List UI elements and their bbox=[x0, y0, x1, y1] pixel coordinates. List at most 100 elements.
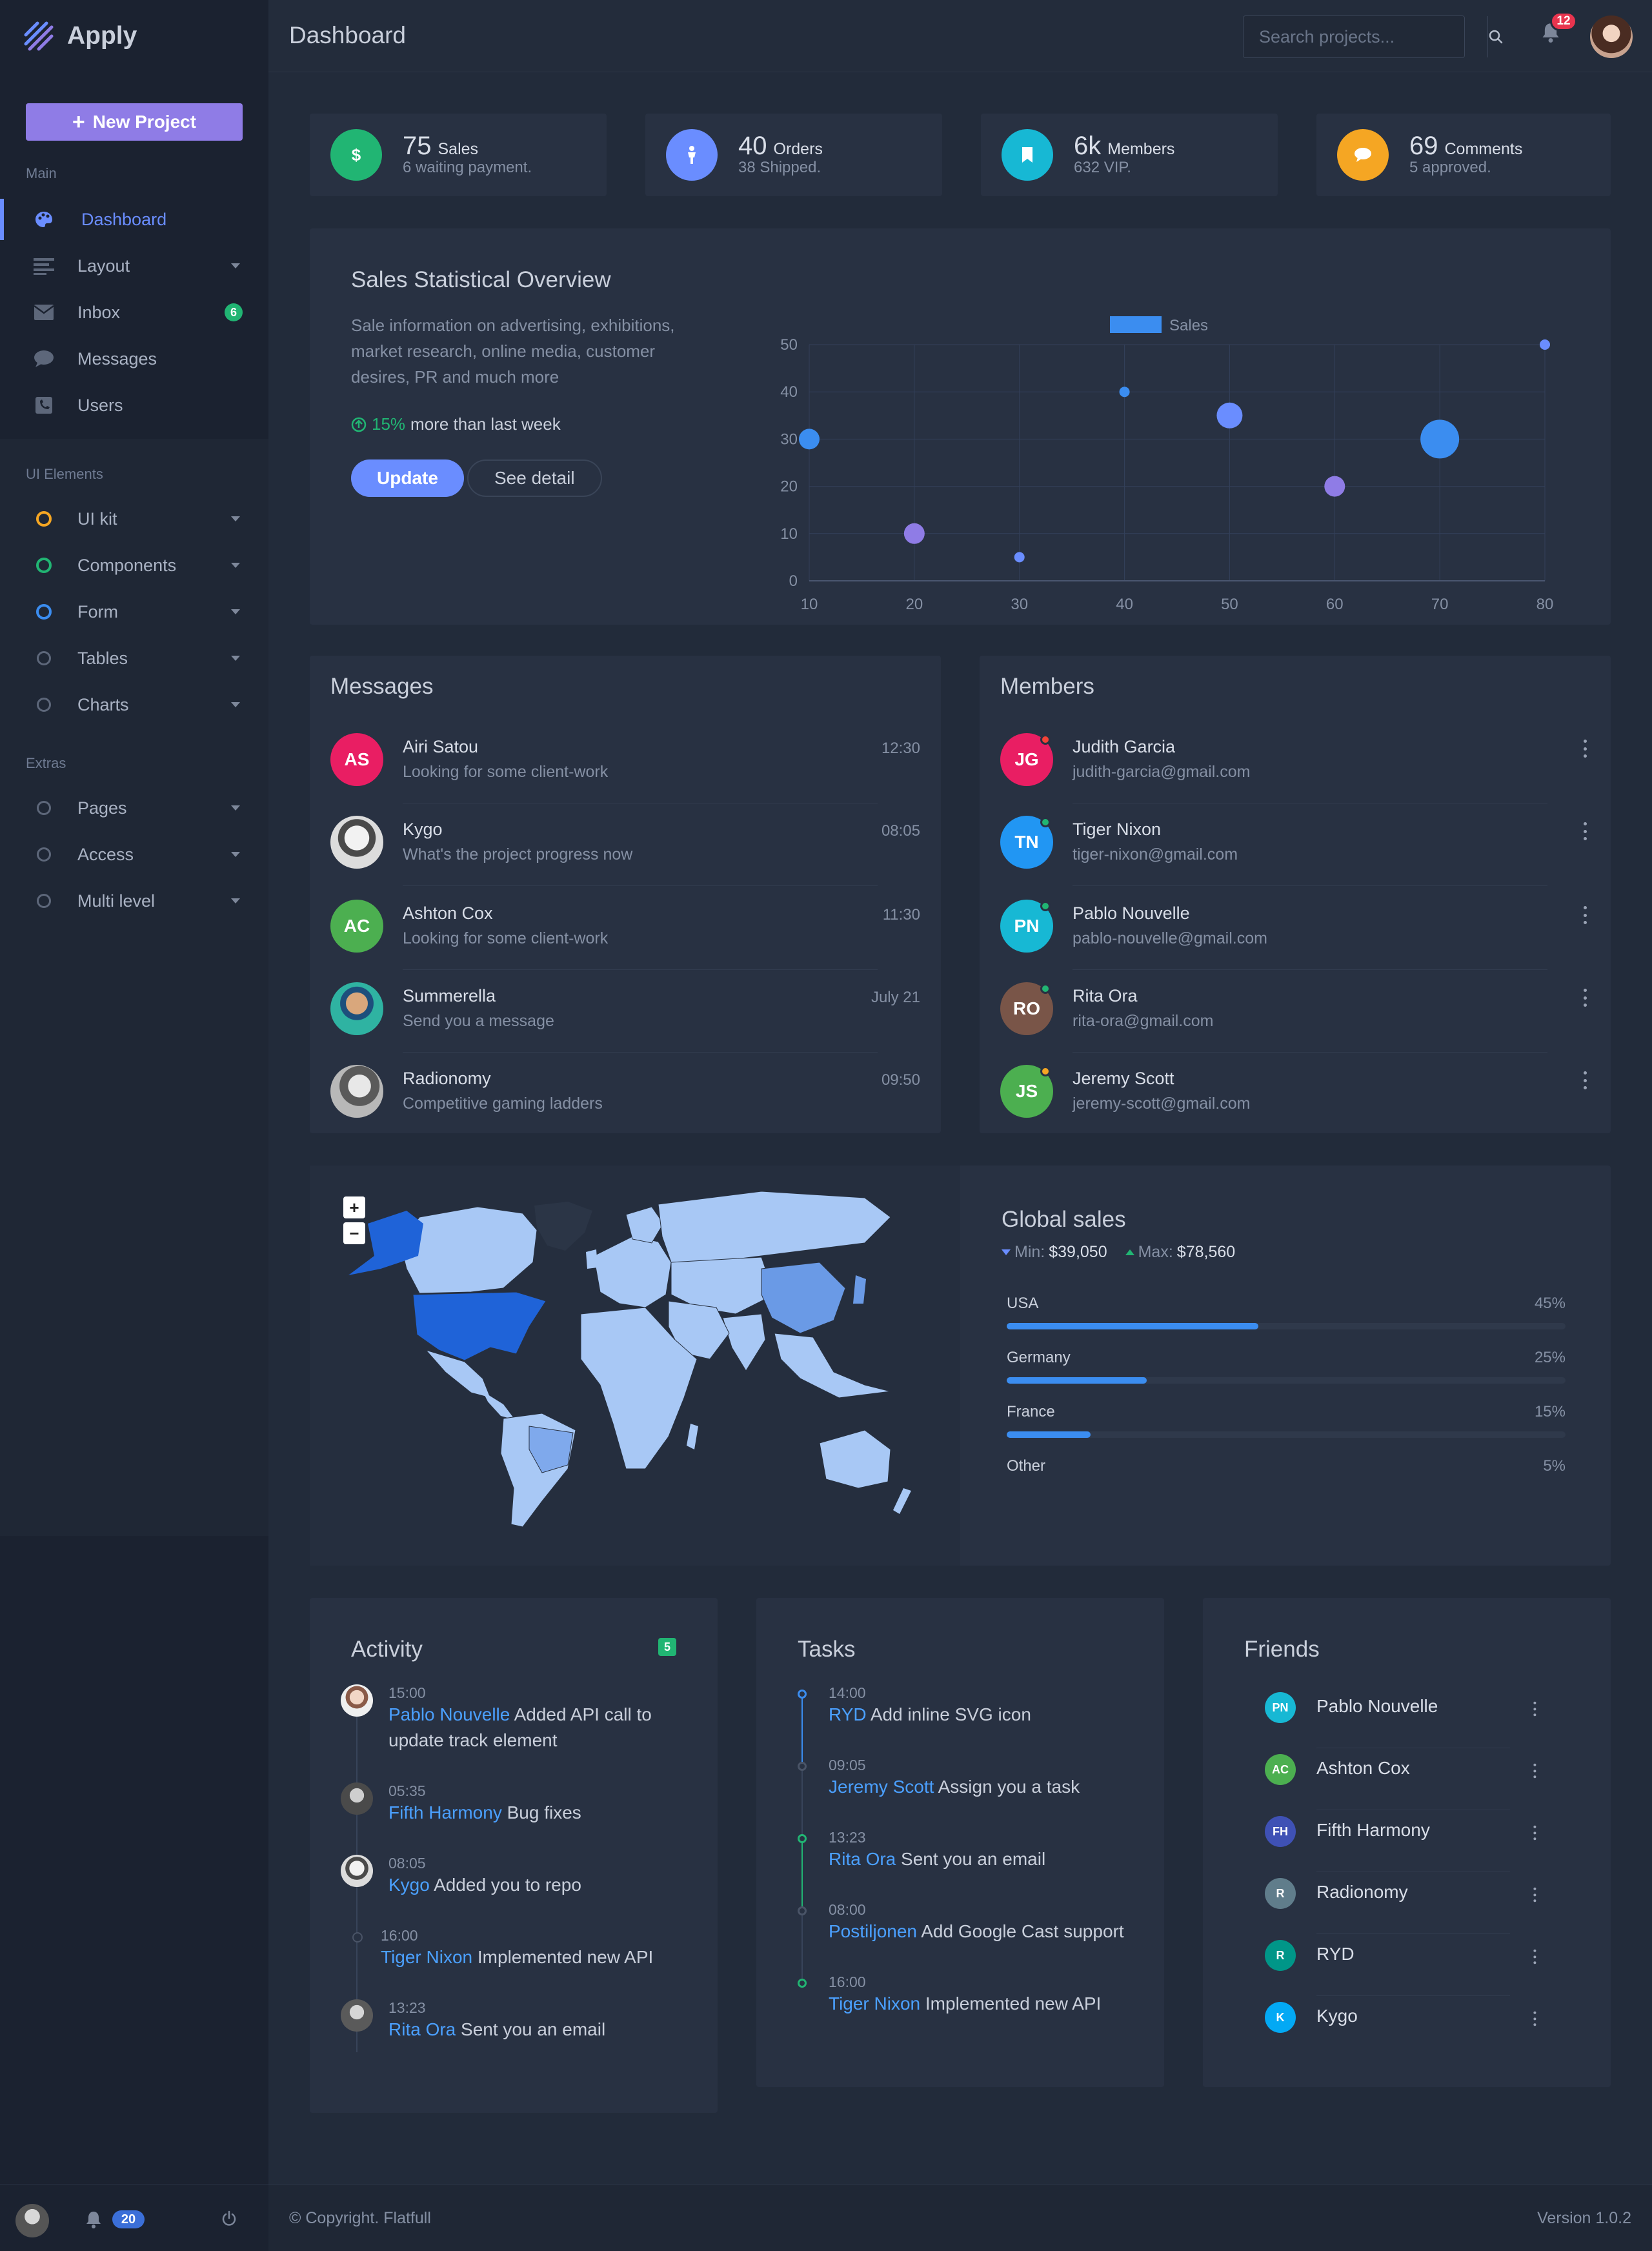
more-vert-icon[interactable] bbox=[1529, 1825, 1540, 1841]
activity-user-link[interactable]: Fifth Harmony bbox=[388, 1802, 502, 1822]
member-item[interactable]: TN Tiger Nixon tiger-nixon@gmail.com bbox=[1000, 816, 1590, 898]
chart-y-tick-label: 10 bbox=[780, 525, 798, 543]
more-vert-icon[interactable] bbox=[1529, 1949, 1540, 1964]
message-preview: Looking for some client-work bbox=[403, 763, 609, 781]
stat-card-orders[interactable]: 40 Orders 38 Shipped. bbox=[645, 114, 942, 196]
map-china[interactable] bbox=[761, 1262, 846, 1334]
sidebar-item-tables[interactable]: Tables bbox=[0, 638, 268, 679]
message-item[interactable]: Kygo What's the project progress now 08:… bbox=[330, 816, 920, 898]
activity-user-link[interactable]: Rita Ora bbox=[388, 2019, 456, 2039]
power-icon[interactable] bbox=[221, 2210, 237, 2230]
activity-user-link[interactable]: Tiger Nixon bbox=[381, 1947, 472, 1967]
stat-card-comments[interactable]: 69 Comments 5 approved. bbox=[1316, 114, 1611, 196]
map-australia[interactable] bbox=[819, 1429, 891, 1489]
sidebar-item-access[interactable]: Access bbox=[0, 834, 268, 875]
message-sender: Summerella bbox=[403, 986, 496, 1005]
brand[interactable]: Apply bbox=[23, 18, 137, 54]
message-item[interactable]: Radionomy Competitive gaming ladders 09:… bbox=[330, 1065, 920, 1147]
task-user-link[interactable]: Rita Ora bbox=[829, 1849, 896, 1869]
overview-title: Sales Statistical Overview bbox=[351, 267, 611, 292]
activity-count-badge: 5 bbox=[658, 1638, 676, 1656]
activity-user-link[interactable]: Pablo Nouvelle bbox=[388, 1704, 510, 1724]
map-canada[interactable] bbox=[399, 1206, 538, 1294]
circle-icon bbox=[34, 601, 54, 622]
sidebar-item-users[interactable]: Users bbox=[0, 385, 268, 426]
sidebar-item-pages[interactable]: Pages bbox=[0, 787, 268, 829]
message-item[interactable]: Summerella Send you a message July 21 bbox=[330, 982, 920, 1065]
sidebar-item-ui-kit[interactable]: UI kit bbox=[0, 498, 268, 540]
sidebar-item-form[interactable]: Form bbox=[0, 591, 268, 632]
map-uk[interactable] bbox=[586, 1249, 598, 1269]
member-item[interactable]: JS Jeremy Scott jeremy-scott@gmail.com bbox=[1000, 1065, 1590, 1147]
map-zoom-in-button[interactable]: + bbox=[343, 1196, 365, 1218]
avatar: PN bbox=[1265, 1692, 1296, 1723]
map-india[interactable] bbox=[722, 1313, 766, 1371]
map-usa[interactable] bbox=[412, 1291, 547, 1361]
map-europe[interactable] bbox=[593, 1236, 672, 1308]
activity-user-link[interactable]: Kygo bbox=[388, 1875, 430, 1895]
world-map[interactable] bbox=[310, 1166, 960, 1566]
search-input[interactable] bbox=[1244, 16, 1487, 57]
map-russia[interactable] bbox=[658, 1191, 891, 1263]
more-vert-icon[interactable] bbox=[1529, 1701, 1540, 1717]
sidebar-item-dashboard[interactable]: Dashboard bbox=[0, 199, 268, 240]
more-vert-icon[interactable] bbox=[1578, 822, 1591, 840]
global-sales-title: Global sales bbox=[1002, 1207, 1126, 1232]
chevron-down-icon bbox=[231, 805, 240, 811]
member-item[interactable]: RO Rita Ora rita-ora@gmail.com bbox=[1000, 982, 1590, 1065]
inbox-count-badge: 6 bbox=[225, 303, 243, 321]
max-value: $78,560 bbox=[1176, 1243, 1236, 1261]
more-vert-icon[interactable] bbox=[1578, 906, 1591, 924]
sidebar-item-inbox[interactable]: Inbox 6 bbox=[0, 292, 268, 333]
message-item[interactable]: AS Airi Satou Looking for some client-wo… bbox=[330, 733, 920, 816]
search-button[interactable] bbox=[1487, 16, 1504, 57]
more-vert-icon[interactable] bbox=[1578, 1071, 1591, 1089]
map-zoom-out-button[interactable]: − bbox=[343, 1222, 365, 1244]
bookmark-icon bbox=[1002, 129, 1053, 181]
friend-item[interactable]: AC Ashton Cox bbox=[1265, 1749, 1600, 1811]
stat-sub: 6 waiting payment. bbox=[403, 159, 532, 176]
more-vert-icon[interactable] bbox=[1578, 740, 1591, 758]
friend-item[interactable]: R RYD bbox=[1265, 1935, 1600, 1997]
user-avatar[interactable] bbox=[15, 2204, 49, 2237]
sidebar-item-messages[interactable]: Messages bbox=[0, 338, 268, 379]
task-user-link[interactable]: Postiljonen bbox=[829, 1921, 917, 1941]
stat-card-sales[interactable]: $ 75 Sales 6 waiting payment. bbox=[310, 114, 607, 196]
sidebar-item-components[interactable]: Components bbox=[0, 545, 268, 586]
stat-card-members[interactable]: 6k Members 632 VIP. bbox=[981, 114, 1278, 196]
friend-item[interactable]: FH Fifth Harmony bbox=[1265, 1811, 1600, 1873]
contact-icon bbox=[34, 395, 54, 416]
map-southeast-asia[interactable] bbox=[774, 1333, 891, 1398]
more-vert-icon[interactable] bbox=[1529, 1763, 1540, 1779]
member-item[interactable]: JG Judith Garcia judith-garcia@gmail.com bbox=[1000, 733, 1590, 816]
map-japan[interactable] bbox=[853, 1275, 866, 1304]
more-vert-icon[interactable] bbox=[1529, 2011, 1540, 2026]
chevron-down-icon bbox=[231, 516, 240, 521]
stat-sub: 632 VIP. bbox=[1074, 159, 1131, 176]
task-user-link[interactable]: Tiger Nixon bbox=[829, 1994, 920, 2014]
min-value: $39,050 bbox=[1049, 1243, 1107, 1261]
task-user-link[interactable]: RYD bbox=[829, 1704, 867, 1724]
friend-item[interactable]: PN Pablo Nouvelle bbox=[1265, 1687, 1600, 1749]
more-vert-icon[interactable] bbox=[1578, 989, 1591, 1007]
map-madagascar[interactable] bbox=[687, 1424, 698, 1449]
see-detail-button[interactable]: See detail bbox=[467, 459, 602, 497]
member-item[interactable]: PN Pablo Nouvelle pablo-nouvelle@gmail.c… bbox=[1000, 900, 1590, 982]
sidebar-item-layout[interactable]: Layout bbox=[0, 245, 268, 287]
sidebar-item-multi-level[interactable]: Multi level bbox=[0, 880, 268, 922]
more-vert-icon[interactable] bbox=[1529, 1887, 1540, 1903]
message-item[interactable]: AC Ashton Cox Looking for some client-wo… bbox=[330, 900, 920, 982]
friend-item[interactable]: K Kygo bbox=[1265, 1997, 1600, 2059]
map-new-zealand[interactable] bbox=[893, 1488, 911, 1514]
new-project-button[interactable]: + New Project bbox=[26, 103, 243, 141]
sidebar-item-charts[interactable]: Charts bbox=[0, 684, 268, 725]
map-central-america[interactable] bbox=[483, 1391, 515, 1420]
message-sender: Ashton Cox bbox=[403, 903, 493, 923]
task-user-link[interactable]: Jeremy Scott bbox=[829, 1777, 934, 1797]
update-button[interactable]: Update bbox=[351, 459, 464, 497]
profile-avatar[interactable] bbox=[1590, 15, 1633, 58]
map-greenland[interactable] bbox=[534, 1202, 592, 1251]
message-sender: Kygo bbox=[403, 820, 443, 839]
bell-icon[interactable] bbox=[85, 2210, 102, 2232]
friend-item[interactable]: R Radionomy bbox=[1265, 1873, 1600, 1935]
